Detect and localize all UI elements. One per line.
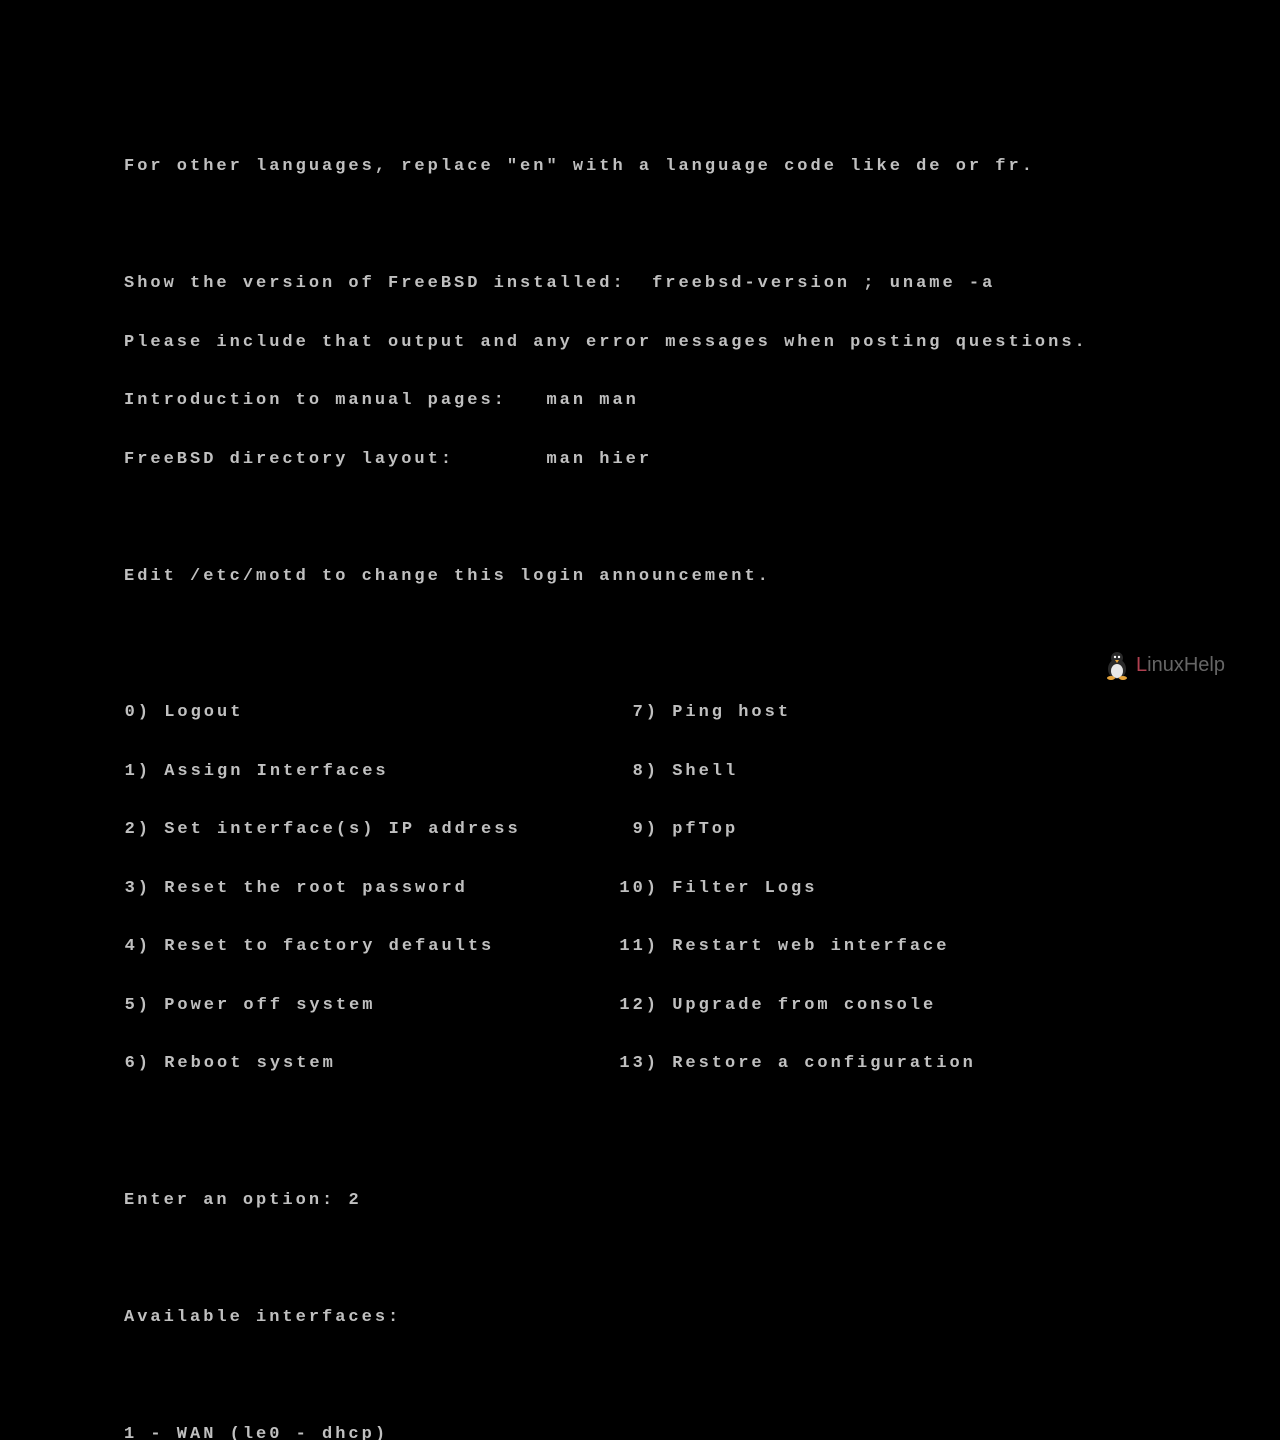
header-line-languages: For other languages, replace "en" with a… — [124, 157, 1088, 177]
header-line-include-output: Please include that output and any error… — [124, 333, 1088, 353]
blank-line — [124, 508, 1088, 528]
interface-line-1: 1 - WAN (le0 - dhcp) — [124, 1425, 1088, 1440]
menu-row-3: 3) Reset the root password 10) Filter Lo… — [124, 879, 1088, 899]
header-line-man-hier: FreeBSD directory layout: man hier — [124, 450, 1088, 470]
menu-row-2: 2) Set interface(s) IP address 9) pfTop — [124, 820, 1088, 840]
menu-row-1: 1) Assign Interfaces 8) Shell — [124, 762, 1088, 782]
blank-line — [124, 1366, 1088, 1386]
blank-line — [124, 216, 1088, 236]
menu-row-5: 5) Power off system 12) Upgrade from con… — [124, 996, 1088, 1016]
enter-option-line[interactable]: Enter an option: 2 — [124, 1191, 1088, 1211]
blank-line — [124, 625, 1088, 645]
penguin-icon — [1102, 650, 1132, 680]
available-interfaces-heading: Available interfaces: — [124, 1308, 1088, 1328]
menu-row-6: 6) Reboot system 13) Restore a configura… — [124, 1054, 1088, 1074]
watermark-text: LinuxHelp — [1136, 654, 1225, 677]
header-line-motd: Edit /etc/motd to change this login anno… — [124, 567, 1088, 587]
watermark: LinuxHelp — [1102, 650, 1225, 680]
header-line-man-man: Introduction to manual pages: man man — [124, 391, 1088, 411]
header-line-freebsd-version: Show the version of FreeBSD installed: f… — [124, 274, 1088, 294]
enter-option-value: 2 — [348, 1191, 361, 1210]
blank-line — [124, 1132, 1088, 1152]
blank-line — [124, 1249, 1088, 1269]
menu-row-4: 4) Reset to factory defaults 11) Restart… — [124, 937, 1088, 957]
terminal-output: For other languages, replace "en" with a… — [124, 118, 1088, 1440]
